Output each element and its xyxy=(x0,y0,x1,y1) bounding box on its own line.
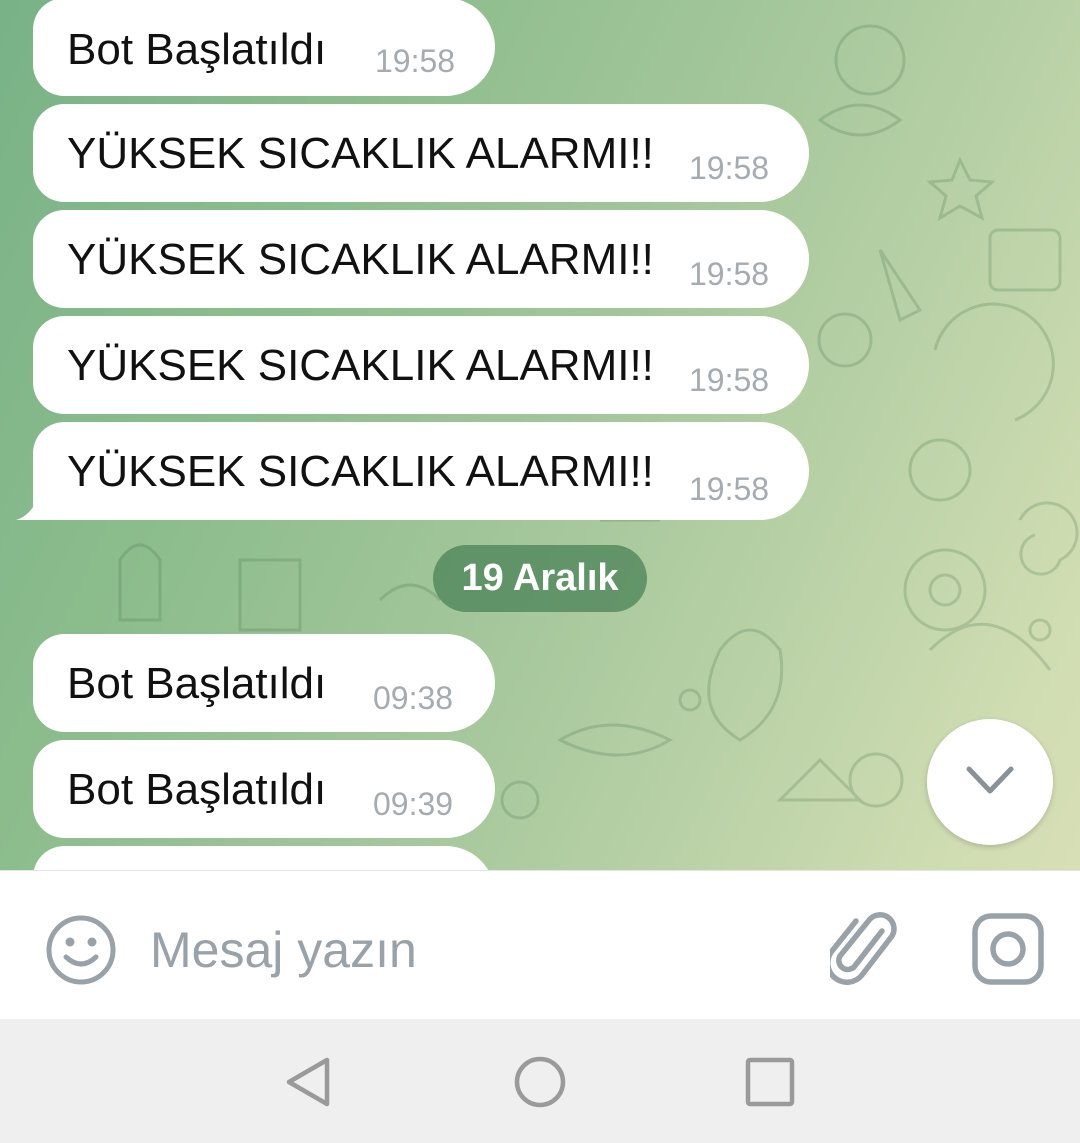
paperclip-icon[interactable] xyxy=(830,909,900,989)
message-time: 19:58 xyxy=(689,150,770,186)
message-list[interactable]: Bot Başlatıldı 19:58 YÜKSEK SICAKLIK ALA… xyxy=(0,0,1080,870)
date-separator: 19 Aralık xyxy=(433,545,647,612)
message-bubble[interactable]: YÜKSEK SICAKLIK ALARMI!! 19:58 xyxy=(16,422,809,520)
message-time: 19:58 xyxy=(689,256,770,292)
message-text: Bot Başlatıldı xyxy=(67,659,327,708)
message-text: YÜKSEK SICAKLIK ALARMI!! xyxy=(67,341,654,390)
telegram-chat-screen: Bot Başlatıldı 19:58 YÜKSEK SICAKLIK ALA… xyxy=(0,0,1080,1143)
message-text: YÜKSEK SICAKLIK ALARMI!! xyxy=(67,129,654,178)
message-text: Bot Başlatıldı xyxy=(67,25,327,74)
message-text: YÜKSEK SICAKLIK ALARMI!! xyxy=(67,447,654,496)
message-bubble[interactable]: YÜKSEK SICAKLIK ALARMI!! 19:58 xyxy=(33,104,809,202)
home-circle-icon[interactable] xyxy=(513,1055,567,1109)
message-time: 19:58 xyxy=(689,362,770,398)
message-time: 09:38 xyxy=(373,680,454,716)
message-bubble-partial[interactable] xyxy=(33,846,495,870)
message-bubble[interactable]: Bot Başlatıldı 19:58 xyxy=(33,0,495,96)
message-input[interactable] xyxy=(150,915,790,985)
message-bubble[interactable]: Bot Başlatıldı 09:38 xyxy=(33,634,495,732)
message-bubble[interactable]: YÜKSEK SICAKLIK ALARMI!! 19:58 xyxy=(33,316,809,414)
instagram-camera-icon[interactable] xyxy=(970,911,1046,987)
message-text: YÜKSEK SICAKLIK ALARMI!! xyxy=(67,235,654,284)
message-bubble[interactable]: Bot Başlatıldı 09:39 xyxy=(33,740,495,838)
system-navigation-bar xyxy=(0,1019,1080,1143)
message-time: 19:58 xyxy=(375,43,456,79)
message-text: Bot Başlatıldı xyxy=(67,765,327,814)
scroll-to-bottom-button[interactable] xyxy=(927,719,1053,845)
message-time: 19:58 xyxy=(689,471,770,507)
recents-square-icon[interactable] xyxy=(743,1055,797,1109)
chevron-down-icon xyxy=(966,766,1014,794)
emoji-smile-icon[interactable] xyxy=(44,913,118,987)
message-composer xyxy=(0,870,1080,1019)
message-time: 09:39 xyxy=(373,786,454,822)
back-triangle-icon[interactable] xyxy=(283,1055,337,1109)
message-bubble[interactable]: YÜKSEK SICAKLIK ALARMI!! 19:58 xyxy=(33,210,809,308)
bubble-tail xyxy=(16,498,38,520)
